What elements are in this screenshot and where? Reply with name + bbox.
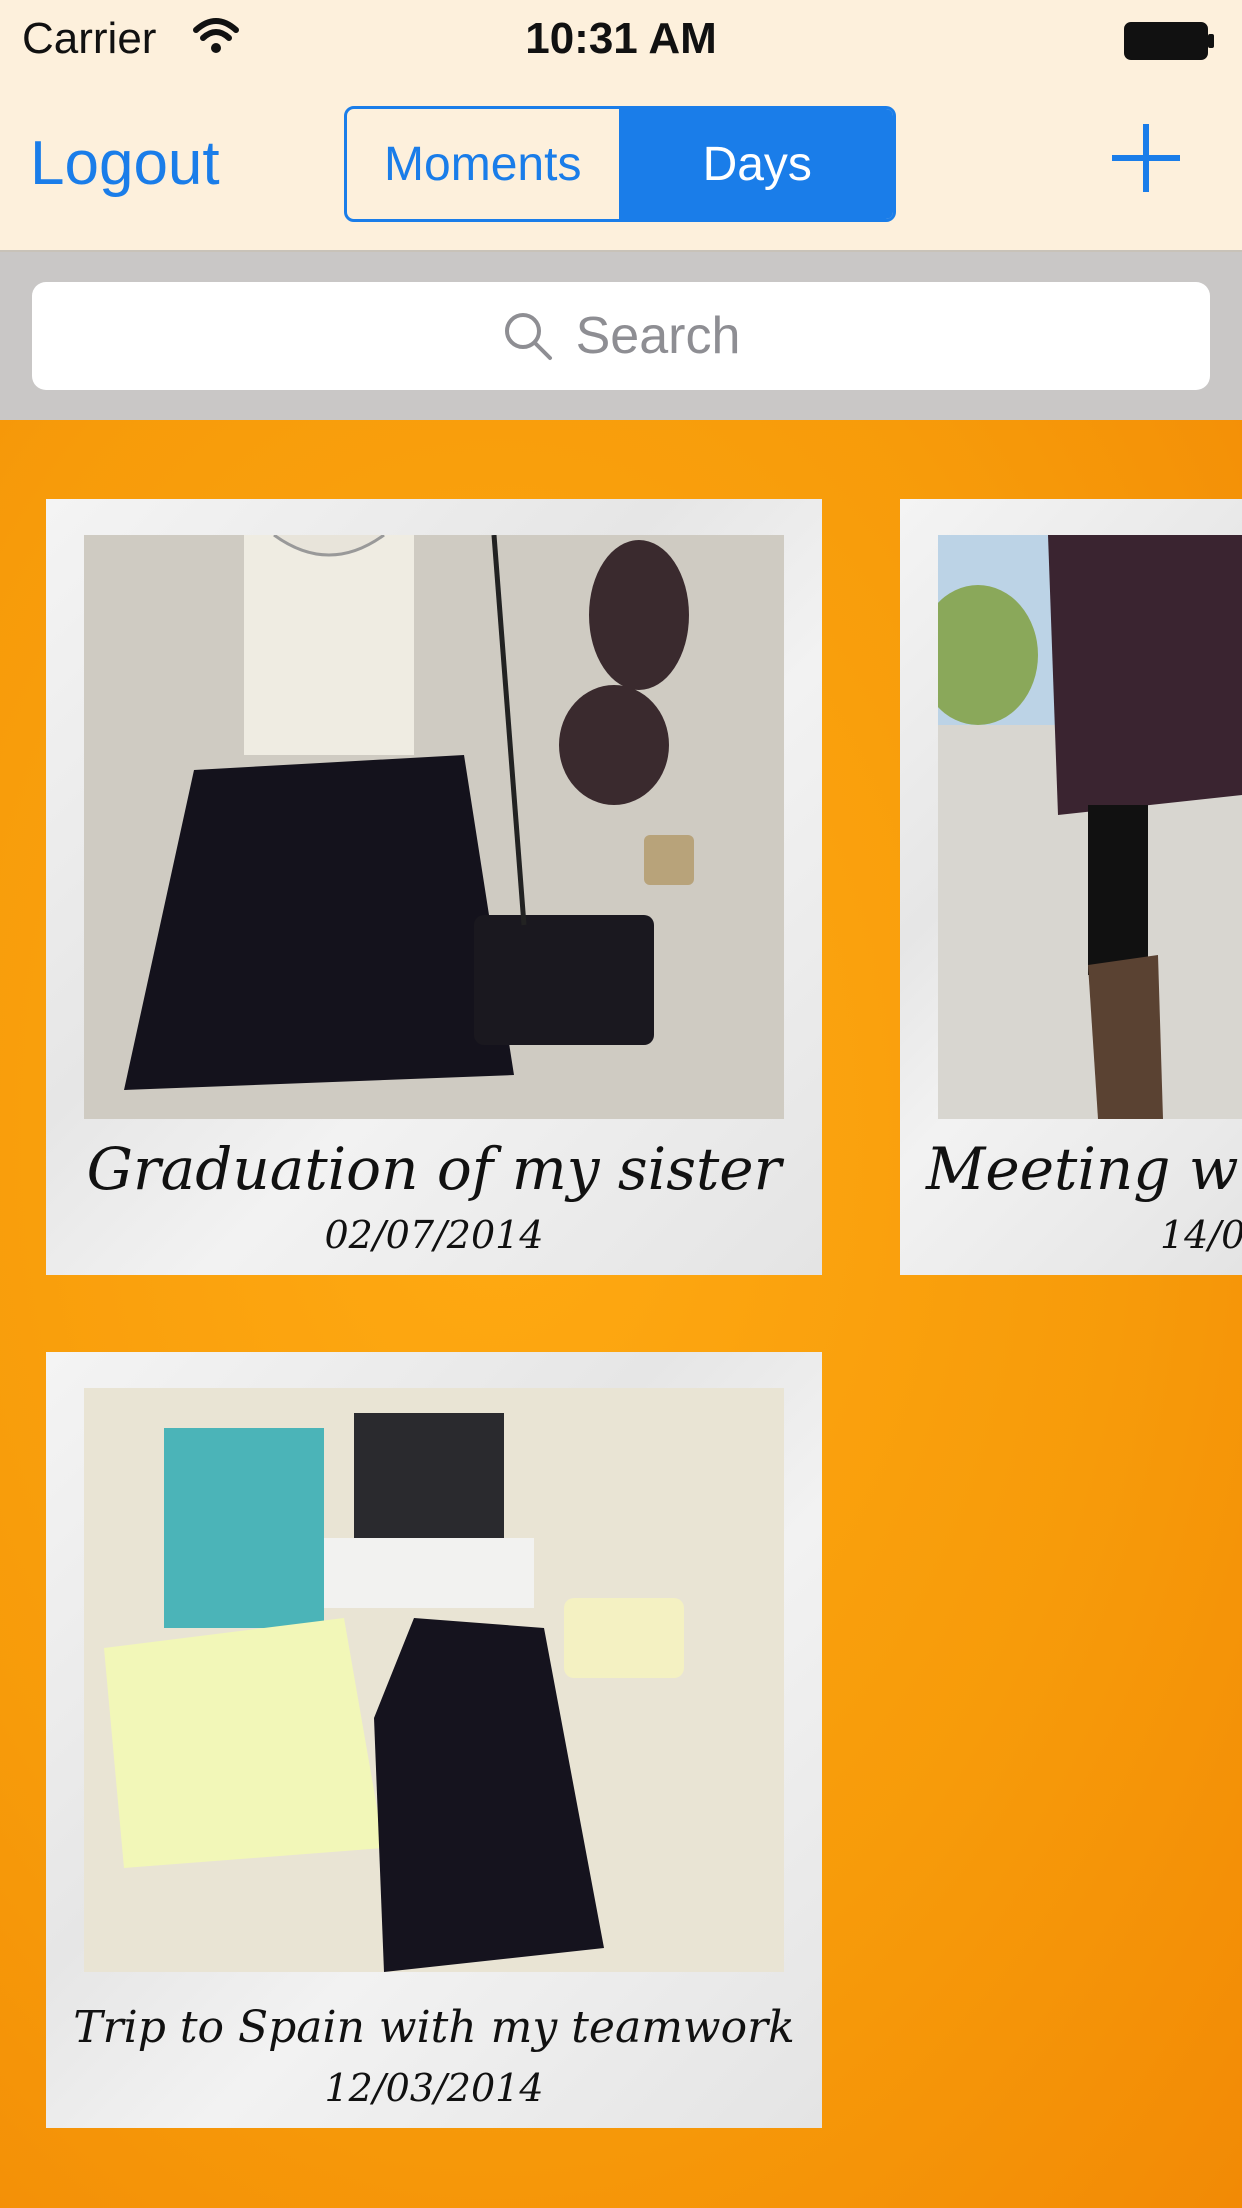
- street-outfit-image: [938, 535, 1242, 1119]
- moment-photo: [84, 1388, 784, 1972]
- moment-photo: [938, 535, 1242, 1119]
- segment-moments[interactable]: Moments: [347, 109, 622, 219]
- outfit-flatlay-image: [84, 535, 784, 1119]
- logout-button[interactable]: Logout: [30, 128, 220, 199]
- moment-date: 14/0: [1160, 1213, 1242, 1257]
- battery-icon: [1124, 22, 1214, 60]
- moment-date: 12/03/2014: [324, 2066, 544, 2110]
- search-placeholder: Search: [575, 307, 741, 365]
- moments-grid: Graduation of my sister 02/07/2014 Meeti…: [0, 420, 1242, 2208]
- search-input[interactable]: Search: [32, 282, 1210, 390]
- plus-icon[interactable]: [1108, 120, 1184, 196]
- moment-card-graduation[interactable]: Graduation of my sister 02/07/2014: [46, 499, 822, 1275]
- search-bar: Search: [0, 252, 1242, 420]
- segment-days[interactable]: Days: [621, 109, 893, 219]
- top-navigation-bar: Carrier 10:31 AM Logout Moments Days: [0, 0, 1242, 252]
- moment-photo: [84, 535, 784, 1119]
- status-time: 10:31 AM: [525, 14, 717, 63]
- view-segmented-control: Moments Days: [344, 106, 896, 222]
- moment-title: Trip to Spain with my teamwork: [73, 2002, 795, 2053]
- moment-card-trip-spain[interactable]: Trip to Spain with my teamwork 12/03/201…: [46, 1352, 822, 2128]
- moment-title: Meeting w: [926, 1135, 1239, 1203]
- search-icon: [504, 313, 552, 360]
- travel-flatlay-image: [84, 1388, 784, 1972]
- moment-date: 02/07/2014: [324, 1213, 544, 1257]
- moment-title: Graduation of my sister: [86, 1135, 782, 1203]
- moment-card-meeting[interactable]: Meeting w 14/0: [900, 499, 1242, 1275]
